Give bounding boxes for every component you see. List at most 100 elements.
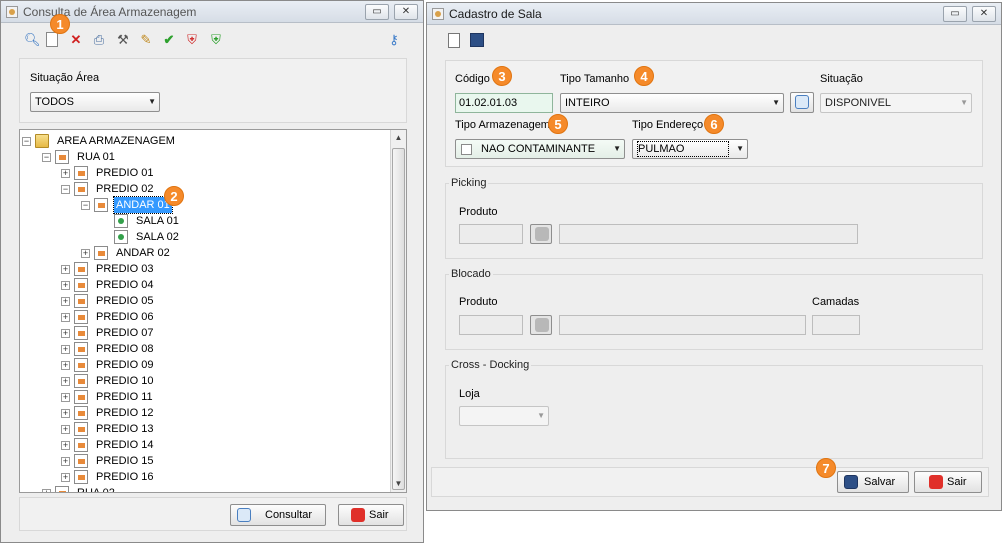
situacao-area-value: TODOS [35,96,74,108]
tree-node-label: RUA 01 [77,151,115,163]
loja-label: Loja [459,388,480,400]
key-icon[interactable]: ⚷ [386,32,402,48]
salvar-button[interactable]: Salvar [837,471,909,493]
tree-node-label: PREDIO 12 [96,407,154,419]
picking-produto-desc-field[interactable] [559,224,858,244]
restore-button[interactable]: ▭ [365,4,389,20]
annotation-badge: 6 [704,114,724,134]
tipo-armazenagem-checkbox[interactable] [461,144,472,155]
sair-button-label: Sair [369,509,389,521]
blocado-panel: Produto Camadas [445,274,983,350]
expand-icon[interactable]: + [61,457,70,466]
predio-icon [74,166,88,180]
tipo-armazenagem-select[interactable]: NAO CONTAMINANTE ▼ [455,139,625,159]
andar-icon [94,198,108,212]
predio-icon [74,422,88,436]
situacao-select[interactable]: DISPONIVEL ▼ [820,93,972,113]
save-disk-icon[interactable] [470,33,484,47]
situacao-panel: Situação Área TODOS ▼ [19,58,407,123]
loja-select[interactable]: ▼ [459,406,549,426]
window-title: Cadastro de Sala [449,7,542,21]
shield-allow-icon[interactable]: ⛨ [208,32,224,48]
tree-node-label: PREDIO 15 [96,455,154,467]
scroll-thumb[interactable] [392,148,405,490]
sair-button[interactable]: Sair [914,471,982,493]
expand-icon[interactable]: + [61,313,70,322]
annotation-badge: 2 [164,186,184,206]
expand-icon[interactable]: + [61,265,70,274]
situacao-value: DISPONIVEL [825,97,892,109]
tipo-endereco-select[interactable]: PULMAO ▼ [632,139,748,159]
title-bar[interactable]: Cadastro de Sala ▭ ✕ [427,3,1001,25]
close-button[interactable]: ✕ [972,6,996,22]
tree-node-label: SALA 01 [136,215,179,227]
collapse-icon[interactable]: − [22,137,31,146]
andar-icon [94,246,108,260]
java-app-icon [432,8,444,20]
new-document-icon[interactable] [448,33,460,48]
annotation-badge: 5 [548,114,568,134]
expand-icon[interactable]: + [81,249,90,258]
search-icon[interactable]: 🔍︎ [24,32,41,48]
sair-button-label: Sair [947,476,967,488]
situacao-label: Situação [820,73,863,85]
collapse-icon[interactable]: − [81,201,90,210]
tipo-armazenagem-value: NAO CONTAMINANTE [481,143,596,155]
predio-icon [74,374,88,388]
tree-node-label: PREDIO 14 [96,439,154,451]
situacao-area-select[interactable]: TODOS ▼ [30,92,160,112]
chevron-down-icon: ▼ [613,144,621,153]
expand-icon[interactable]: + [61,425,70,434]
expand-icon[interactable]: + [61,329,70,338]
tipo-tamanho-select[interactable]: INTEIRO ▼ [560,93,784,113]
close-button[interactable]: ✕ [394,4,418,20]
cadastro-sala-window: Cadastro de Sala ▭ ✕ Código 01.02.01.03 … [426,2,1002,511]
print-icon[interactable]: ⎙ [91,32,107,48]
tools-icon[interactable]: ⚒ [115,32,131,48]
predio-icon [74,438,88,452]
expand-icon[interactable]: + [61,377,70,386]
expand-icon[interactable]: + [61,361,70,370]
tree-node-label: ANDAR 01 [113,196,173,214]
blocado-produto-lookup-button[interactable] [530,315,552,335]
expand-icon[interactable]: + [61,393,70,402]
predio-icon [74,390,88,404]
new-document-icon[interactable] [46,32,58,47]
delete-icon[interactable]: ✕ [68,32,84,48]
expand-icon[interactable]: + [42,489,51,492]
blocado-produto-code-field[interactable] [459,315,523,335]
collapse-icon[interactable]: − [61,185,70,194]
expand-icon[interactable]: + [61,473,70,482]
consultar-button[interactable]: Consultar [230,504,326,526]
predio-icon [74,406,88,420]
expand-icon[interactable]: + [61,281,70,290]
picking-produto-lookup-button[interactable] [530,224,552,244]
scroll-down-icon[interactable]: ▼ [391,476,406,492]
scroll-up-icon[interactable]: ▲ [391,130,406,146]
tree-node-label: PREDIO 04 [96,279,154,291]
sair-button[interactable]: Sair [338,504,404,526]
predio-icon [74,262,88,276]
expand-icon[interactable]: + [61,169,70,178]
area-tree[interactable]: − AREA ARMAZENAGEM − RUA 01 + PREDIO 01 … [19,129,407,493]
expand-icon[interactable]: + [61,441,70,450]
picking-produto-code-field[interactable] [459,224,523,244]
shield-deny-icon[interactable]: ⛨ [184,32,200,48]
rua-icon [55,150,69,164]
expand-icon[interactable]: + [61,345,70,354]
tree-node-label: AREA ARMAZENAGEM [57,135,175,147]
annotation-badge: 7 [816,458,836,478]
blocado-produto-desc-field[interactable] [559,315,806,335]
restore-button[interactable]: ▭ [943,6,967,22]
salvar-button-label: Salvar [864,476,896,488]
camadas-field[interactable] [812,315,860,335]
edit-icon[interactable]: ✎ [138,32,154,48]
check-icon[interactable]: ✔ [161,32,177,48]
codigo-field[interactable]: 01.02.01.03 [455,93,553,113]
tipo-tamanho-lookup-button[interactable] [790,92,814,113]
expand-icon[interactable]: + [61,409,70,418]
expand-icon[interactable]: + [61,297,70,306]
tree-scrollbar[interactable]: ▲ ▼ [390,130,406,492]
sala-icon [114,214,128,228]
collapse-icon[interactable]: − [42,153,51,162]
